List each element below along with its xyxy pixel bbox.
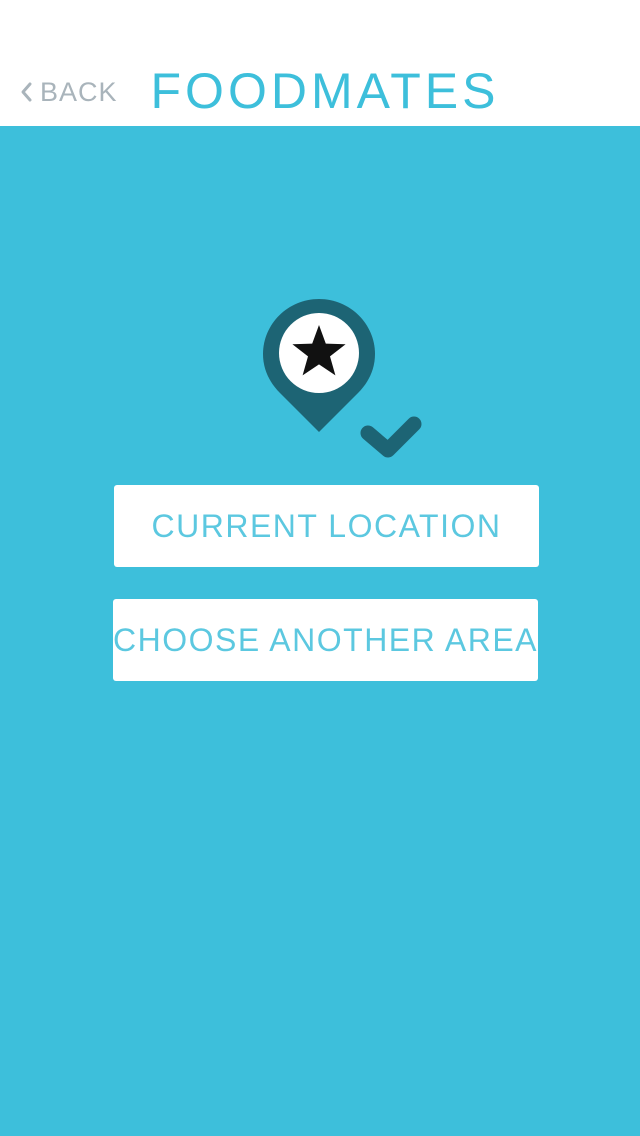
current-location-button[interactable]: CURRENT LOCATION — [114, 485, 539, 567]
location-pin-icon — [263, 299, 422, 458]
check-icon — [360, 416, 422, 458]
choose-another-area-button[interactable]: CHOOSE ANOTHER AREA — [113, 599, 538, 681]
nav-bar: BACK FOODMATES — [0, 0, 640, 126]
app-title: FOODMATES — [150, 63, 500, 119]
